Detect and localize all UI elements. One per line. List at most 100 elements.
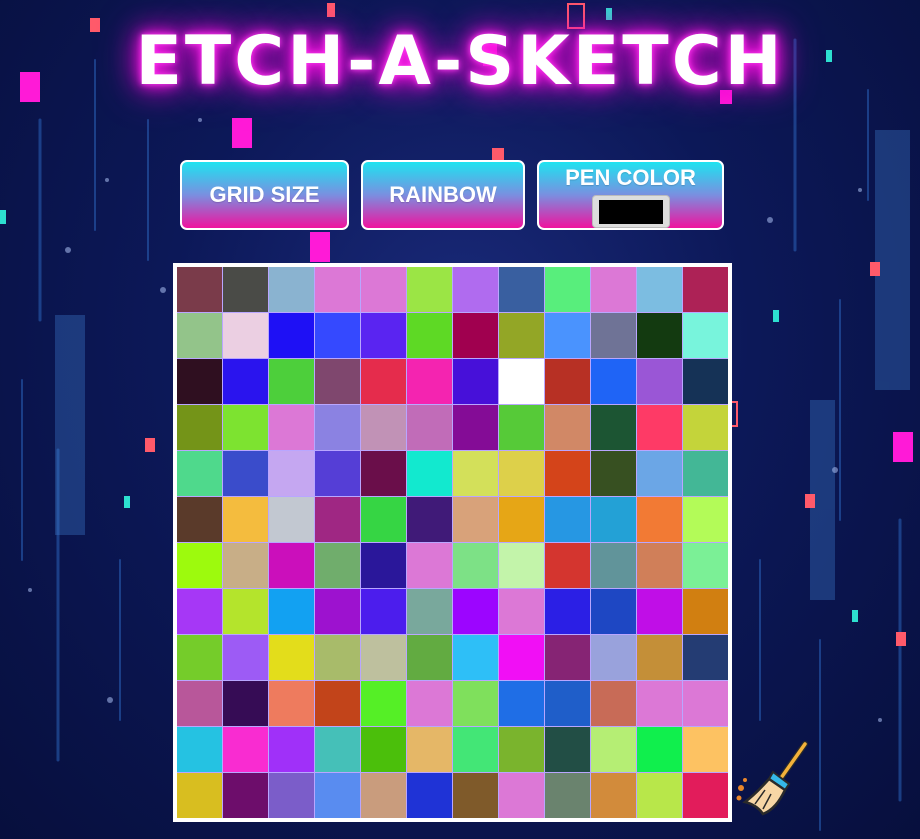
grid-cell[interactable]: [361, 451, 406, 496]
grid-cell[interactable]: [545, 635, 590, 680]
grid-cell[interactable]: [453, 773, 498, 818]
grid-cell[interactable]: [315, 681, 360, 726]
grid-cell[interactable]: [637, 451, 682, 496]
grid-cell[interactable]: [683, 497, 728, 542]
grid-cell[interactable]: [177, 497, 222, 542]
grid-cell[interactable]: [315, 773, 360, 818]
grid-cell[interactable]: [407, 405, 452, 450]
grid-cell[interactable]: [591, 267, 636, 312]
grid-cell[interactable]: [545, 267, 590, 312]
grid-cell[interactable]: [499, 267, 544, 312]
grid-cell[interactable]: [453, 451, 498, 496]
grid-cell[interactable]: [683, 405, 728, 450]
grid-cell[interactable]: [637, 773, 682, 818]
pen-color-picker[interactable]: [591, 195, 670, 228]
grid-cell[interactable]: [315, 313, 360, 358]
grid-cell[interactable]: [545, 497, 590, 542]
grid-cell[interactable]: [361, 405, 406, 450]
grid-cell[interactable]: [591, 589, 636, 634]
grid-cell[interactable]: [361, 727, 406, 772]
grid-cell[interactable]: [361, 589, 406, 634]
grid-cell[interactable]: [591, 635, 636, 680]
grid-cell[interactable]: [223, 543, 268, 588]
grid-cell[interactable]: [683, 635, 728, 680]
grid-cell[interactable]: [407, 635, 452, 680]
grid-cell[interactable]: [177, 313, 222, 358]
grid-cell[interactable]: [453, 589, 498, 634]
grid-cell[interactable]: [269, 635, 314, 680]
grid-cell[interactable]: [269, 451, 314, 496]
grid-cell[interactable]: [683, 313, 728, 358]
grid-cell[interactable]: [545, 727, 590, 772]
grid-cell[interactable]: [177, 405, 222, 450]
grid-size-button[interactable]: GRID SIZE: [180, 160, 349, 230]
grid-cell[interactable]: [453, 405, 498, 450]
grid-cell[interactable]: [223, 405, 268, 450]
grid-cell[interactable]: [177, 359, 222, 404]
grid-cell[interactable]: [453, 267, 498, 312]
grid-cell[interactable]: [499, 313, 544, 358]
grid-cell[interactable]: [223, 681, 268, 726]
grid-cell[interactable]: [269, 359, 314, 404]
grid-cell[interactable]: [499, 497, 544, 542]
grid-cell[interactable]: [269, 681, 314, 726]
grid-cell[interactable]: [269, 497, 314, 542]
grid-cell[interactable]: [407, 543, 452, 588]
grid-cell[interactable]: [453, 727, 498, 772]
grid-cell[interactable]: [315, 497, 360, 542]
grid-cell[interactable]: [683, 267, 728, 312]
grid-cell[interactable]: [499, 451, 544, 496]
grid-cell[interactable]: [545, 543, 590, 588]
grid-cell[interactable]: [637, 359, 682, 404]
grid-cell[interactable]: [453, 543, 498, 588]
grid-cell[interactable]: [683, 727, 728, 772]
grid-cell[interactable]: [223, 773, 268, 818]
grid-cell[interactable]: [223, 497, 268, 542]
grid-cell[interactable]: [269, 313, 314, 358]
grid-cell[interactable]: [545, 589, 590, 634]
grid-cell[interactable]: [223, 635, 268, 680]
sketch-grid[interactable]: [177, 267, 728, 818]
grid-cell[interactable]: [407, 359, 452, 404]
grid-cell[interactable]: [407, 451, 452, 496]
grid-cell[interactable]: [407, 267, 452, 312]
grid-cell[interactable]: [269, 589, 314, 634]
grid-cell[interactable]: [637, 727, 682, 772]
grid-cell[interactable]: [223, 451, 268, 496]
grid-cell[interactable]: [361, 313, 406, 358]
grid-cell[interactable]: [407, 589, 452, 634]
grid-cell[interactable]: [591, 451, 636, 496]
grid-cell[interactable]: [223, 727, 268, 772]
grid-cell[interactable]: [361, 267, 406, 312]
grid-cell[interactable]: [453, 681, 498, 726]
grid-cell[interactable]: [407, 313, 452, 358]
grid-cell[interactable]: [361, 635, 406, 680]
grid-cell[interactable]: [407, 681, 452, 726]
grid-cell[interactable]: [315, 727, 360, 772]
grid-cell[interactable]: [361, 497, 406, 542]
grid-cell[interactable]: [683, 359, 728, 404]
grid-cell[interactable]: [315, 451, 360, 496]
grid-cell[interactable]: [499, 635, 544, 680]
grid-cell[interactable]: [269, 543, 314, 588]
grid-cell[interactable]: [637, 681, 682, 726]
grid-cell[interactable]: [407, 727, 452, 772]
grid-cell[interactable]: [545, 451, 590, 496]
grid-cell[interactable]: [591, 727, 636, 772]
broom-clear-icon[interactable]: [733, 738, 813, 818]
grid-cell[interactable]: [453, 313, 498, 358]
grid-cell[interactable]: [637, 543, 682, 588]
grid-cell[interactable]: [361, 543, 406, 588]
grid-cell[interactable]: [591, 359, 636, 404]
grid-cell[interactable]: [361, 773, 406, 818]
grid-cell[interactable]: [315, 359, 360, 404]
grid-cell[interactable]: [269, 267, 314, 312]
grid-cell[interactable]: [683, 543, 728, 588]
grid-cell[interactable]: [637, 405, 682, 450]
grid-cell[interactable]: [177, 635, 222, 680]
grid-cell[interactable]: [223, 313, 268, 358]
grid-cell[interactable]: [591, 681, 636, 726]
grid-cell[interactable]: [545, 405, 590, 450]
grid-cell[interactable]: [315, 589, 360, 634]
grid-cell[interactable]: [591, 313, 636, 358]
